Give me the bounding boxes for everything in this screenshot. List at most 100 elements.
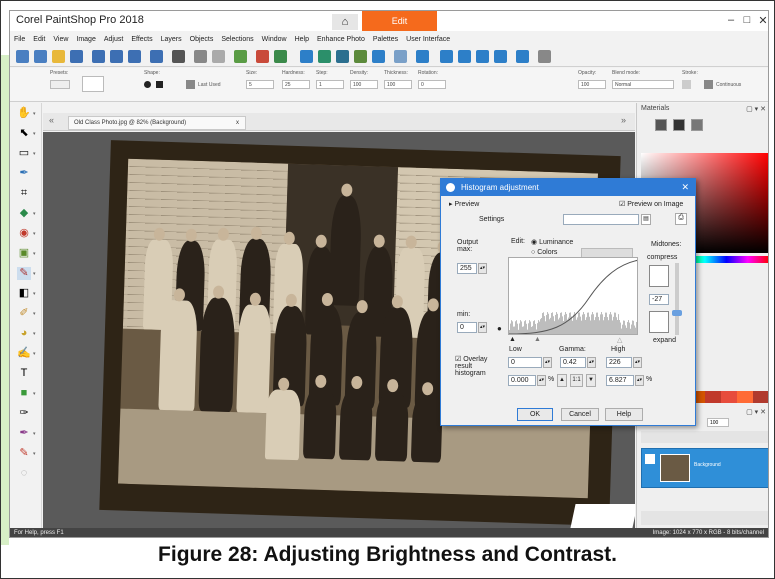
high-percent-spinner[interactable]: ▴▾ bbox=[635, 375, 644, 386]
low-slider-marker[interactable]: ▲ bbox=[509, 336, 516, 343]
layers-panel-controls[interactable]: ▢ ▾ ✕ bbox=[746, 408, 766, 416]
dropper-tool-icon[interactable]: ✒ bbox=[17, 167, 31, 180]
increase-gamma-button[interactable]: ▲ bbox=[557, 374, 567, 387]
high-percent-input[interactable]: 6.827 bbox=[606, 375, 634, 386]
reset-icon[interactable]: ⎙ bbox=[675, 213, 687, 225]
rotate-icon[interactable] bbox=[234, 50, 247, 63]
tab-scroll-left-icon[interactable]: « bbox=[49, 115, 54, 125]
close-button[interactable]: ✕ bbox=[756, 14, 768, 27]
ok-button[interactable]: OK bbox=[517, 408, 553, 421]
paint-brush-tool-icon[interactable]: ✎ bbox=[17, 267, 31, 280]
redo-icon[interactable] bbox=[212, 50, 225, 63]
thickness-input[interactable]: 100 bbox=[384, 80, 412, 89]
step-input[interactable]: 1 bbox=[316, 80, 344, 89]
menu-layers[interactable]: Layers bbox=[161, 33, 182, 46]
swatch[interactable] bbox=[721, 391, 737, 403]
pan-tool-icon[interactable]: ✋ bbox=[17, 107, 31, 120]
fit-window-icon[interactable] bbox=[440, 50, 453, 63]
learning-icon[interactable] bbox=[416, 50, 429, 63]
new-from-clipboard-icon[interactable] bbox=[34, 50, 47, 63]
text-tool-icon[interactable]: T bbox=[17, 367, 31, 380]
black-point-icon[interactable]: ● bbox=[497, 324, 502, 333]
art-media-tool-arrow[interactable]: ▾ bbox=[33, 451, 36, 457]
undo-icon[interactable] bbox=[194, 50, 207, 63]
layer-background[interactable]: Background bbox=[641, 448, 768, 488]
selection-tool-icon[interactable]: ▭ bbox=[17, 147, 31, 160]
eraser-tool-icon[interactable]: ✐ bbox=[17, 307, 31, 320]
info-icon[interactable] bbox=[300, 50, 313, 63]
materials-icon[interactable] bbox=[394, 50, 407, 63]
new-icon[interactable] bbox=[16, 50, 29, 63]
home-tab[interactable]: ⌂ bbox=[332, 14, 358, 30]
preview-on-image-checkbox[interactable]: ☑ Preview on Image bbox=[619, 200, 683, 208]
menu-edit[interactable]: Edit bbox=[33, 33, 45, 46]
warp-brush-tool-arrow[interactable]: ▾ bbox=[33, 431, 36, 437]
overlay-checkbox[interactable]: ☑ Overlay result histogram bbox=[455, 355, 501, 377]
tab-scroll-right-icon[interactable]: » bbox=[621, 115, 626, 125]
swatch[interactable] bbox=[705, 391, 721, 403]
visibility-eye-icon[interactable] bbox=[645, 454, 655, 464]
zoom-out-icon[interactable] bbox=[494, 50, 507, 63]
flip-icon[interactable] bbox=[256, 50, 269, 63]
art-media-tool-icon[interactable]: ✎ bbox=[17, 447, 31, 460]
rainbow-icon[interactable] bbox=[673, 119, 685, 131]
output-min-input[interactable]: 0 bbox=[457, 322, 477, 333]
save-icon[interactable] bbox=[92, 50, 105, 63]
shape-tool-icon[interactable]: ■ bbox=[17, 387, 31, 400]
red-eye-tool-arrow[interactable]: ▾ bbox=[33, 231, 36, 237]
more-tools-icon[interactable]: ◌ bbox=[17, 467, 31, 480]
help-button[interactable]: Help bbox=[605, 408, 643, 421]
stroke-icon[interactable] bbox=[682, 80, 691, 89]
materials-panel-controls[interactable]: ▢ ▾ ✕ bbox=[746, 105, 766, 113]
decrease-gamma-button[interactable]: ▼ bbox=[586, 374, 596, 387]
fill-tool-arrow[interactable]: ▾ bbox=[33, 331, 36, 337]
menu-help[interactable]: Help bbox=[295, 33, 309, 46]
histogram-graph[interactable] bbox=[508, 257, 638, 335]
pick-tool-icon[interactable]: ⬉ bbox=[17, 127, 31, 140]
shape-tool-arrow[interactable]: ▾ bbox=[33, 391, 36, 397]
document-tab-close-icon[interactable]: x bbox=[236, 117, 239, 129]
continuous-icon[interactable] bbox=[704, 80, 713, 89]
warp-brush-tool-icon[interactable]: ✒ bbox=[17, 427, 31, 440]
layers-icon[interactable] bbox=[336, 50, 349, 63]
last-used-icon[interactable] bbox=[186, 80, 195, 89]
output-max-spinner[interactable]: ▴▾ bbox=[478, 263, 487, 274]
menu-objects[interactable]: Objects bbox=[190, 33, 214, 46]
high-input[interactable]: 226 bbox=[606, 357, 632, 368]
color-replacer-tool-arrow[interactable]: ▾ bbox=[33, 351, 36, 357]
midtone-slider-thumb[interactable] bbox=[672, 310, 682, 316]
low-percent-input[interactable]: 0.000 bbox=[508, 375, 536, 386]
luminance-radio[interactable]: ◉ Luminance bbox=[531, 238, 573, 246]
square-shape-button[interactable] bbox=[156, 81, 163, 88]
pen-tool-icon[interactable]: ✑ bbox=[17, 407, 31, 420]
output-max-input[interactable]: 255 bbox=[457, 263, 477, 274]
crop-icon[interactable] bbox=[274, 50, 287, 63]
browse-icon[interactable] bbox=[70, 50, 83, 63]
midtone-slider-track[interactable] bbox=[675, 263, 679, 335]
hardness-input[interactable]: 25 bbox=[282, 80, 310, 89]
palette-icon[interactable] bbox=[354, 50, 367, 63]
edit-tab[interactable]: Edit bbox=[362, 11, 437, 31]
colors-radio[interactable]: ○ Colors bbox=[531, 249, 557, 256]
blend-mode-select[interactable]: Normal bbox=[612, 80, 674, 89]
swatches-icon[interactable] bbox=[691, 119, 703, 131]
screen-icon[interactable] bbox=[516, 50, 529, 63]
layer-opacity-input[interactable]: 100 bbox=[707, 418, 729, 427]
high-spinner[interactable]: ▴▾ bbox=[633, 357, 642, 368]
menu-view[interactable]: View bbox=[53, 33, 68, 46]
menu-user-interface[interactable]: User Interface bbox=[406, 33, 450, 46]
menu-adjust[interactable]: Adjust bbox=[104, 33, 123, 46]
menu-selections[interactable]: Selections bbox=[221, 33, 253, 46]
straighten-tool-icon[interactable]: ◆ bbox=[17, 207, 31, 220]
clone-tool-arrow[interactable]: ▾ bbox=[33, 251, 36, 257]
gamma-reset-button[interactable]: 1:1 bbox=[570, 374, 583, 387]
swatch[interactable] bbox=[737, 391, 753, 403]
gradient-tool-icon[interactable]: ◧ bbox=[17, 287, 31, 300]
expand-curve-icon[interactable] bbox=[649, 311, 669, 333]
menu-effects[interactable]: Effects bbox=[131, 33, 152, 46]
actual-size-icon[interactable] bbox=[458, 50, 471, 63]
color-replacer-tool-icon[interactable]: ✍ bbox=[17, 347, 31, 360]
presets-picker[interactable] bbox=[50, 80, 70, 89]
workspace-icon[interactable] bbox=[538, 50, 551, 63]
menu-file[interactable]: File bbox=[14, 33, 25, 46]
